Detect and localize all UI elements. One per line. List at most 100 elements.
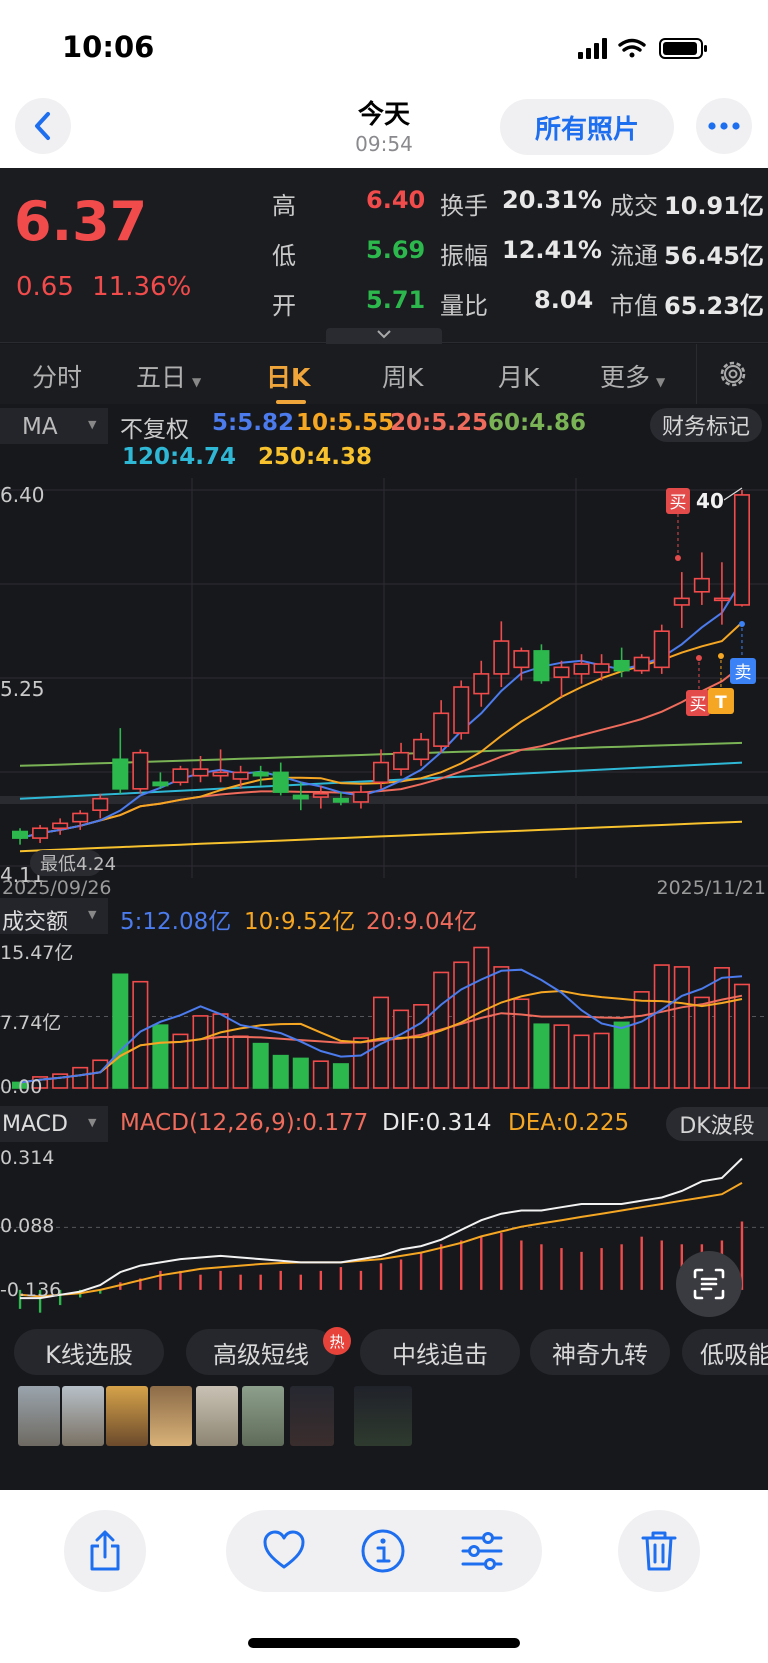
- candle: [453, 680, 470, 740]
- kline-chart: 买 40卖买 T 6.40 5.25 4.11 2025/09/26 2025/11…: [0, 478, 768, 898]
- candle: [132, 749, 149, 794]
- volume-bar: [212, 1013, 229, 1089]
- macd-dea: DEA:0.225: [508, 1110, 630, 1136]
- chip-mid-chase[interactable]: 中线追击: [360, 1329, 520, 1375]
- dk-wave-button[interactable]: DK波段: [666, 1107, 768, 1141]
- all-photos-button[interactable]: 所有照片: [500, 99, 674, 155]
- filmstrip-thumbnail[interactable]: [196, 1386, 238, 1446]
- high-label: 高: [272, 192, 296, 220]
- x-end-date: 2025/11/21: [656, 877, 766, 898]
- filmstrip-thumbnail[interactable]: [150, 1386, 192, 1446]
- filmstrip-thumbnail[interactable]: [242, 1386, 284, 1446]
- volume-ratio-label: 量比: [440, 292, 488, 320]
- tab-monthly-k[interactable]: 月K: [498, 358, 539, 394]
- change-amount: 0.65: [16, 272, 74, 302]
- candle: [393, 742, 410, 776]
- tab-five-day[interactable]: 五日 ▼: [136, 358, 201, 394]
- ma250-line: [19, 820, 743, 853]
- indicator-selector[interactable]: MA ▼: [0, 408, 108, 444]
- volume-bar: [232, 1035, 249, 1089]
- volume-bar: [332, 1063, 349, 1089]
- chip-low-buy[interactable]: 低吸能: [682, 1329, 768, 1375]
- filmstrip-thumbnail[interactable]: [18, 1386, 60, 1446]
- chip-kline-select[interactable]: K线选股: [14, 1329, 164, 1375]
- candle-body: [713, 597, 730, 602]
- volume-bar: [272, 1054, 289, 1089]
- candle-body: [72, 812, 89, 823]
- ellipsis-icon: [708, 122, 740, 130]
- candle-body: [92, 797, 109, 811]
- buy-marker-dot: [695, 655, 702, 661]
- status-icons: [572, 36, 732, 60]
- turnover-value: 20.31%: [502, 186, 602, 214]
- favorite-button[interactable]: [262, 1530, 306, 1574]
- ma-legend-row: MA ▼ 不复权 5:5.82 10:5.55 20:5.25 60:4.86 …: [0, 404, 768, 480]
- volume-bar: [493, 966, 510, 1089]
- volume-bar: [252, 1042, 269, 1089]
- candle-body: [513, 650, 530, 669]
- scan-text-button[interactable]: [676, 1251, 742, 1317]
- info-icon: [361, 1529, 405, 1573]
- trash-icon: [641, 1531, 677, 1571]
- more-options-button[interactable]: [696, 98, 752, 154]
- filmstrip-thumbnail-current[interactable]: [354, 1386, 412, 1446]
- candle-body: [733, 494, 750, 606]
- candle-body: [393, 751, 410, 770]
- adjust-mode[interactable]: 不复权: [120, 410, 189, 444]
- vol-ma10-legend: 10:9.52亿: [244, 909, 356, 935]
- cellular-signal-icon: [578, 38, 607, 59]
- filmstrip-thumbnail[interactable]: [62, 1386, 104, 1446]
- volume-bar: [553, 1024, 570, 1089]
- candle-body: [653, 630, 670, 669]
- divider: [696, 344, 697, 404]
- candle-body: [232, 771, 249, 780]
- filmstrip-thumbnail[interactable]: [106, 1386, 148, 1446]
- dropdown-caret-icon: ▼: [88, 418, 97, 431]
- candle: [172, 765, 189, 786]
- vol-y-tick-high: 15.47亿: [0, 942, 73, 964]
- tab-more[interactable]: 更多 ▼: [600, 358, 665, 394]
- expand-quote-tab[interactable]: [326, 328, 442, 344]
- candle: [513, 647, 530, 681]
- tab-intraday[interactable]: 分时: [32, 358, 82, 394]
- vol-y-tick-low: 0.00: [0, 1076, 42, 1098]
- low-value: 5.69: [366, 236, 426, 264]
- chip-advanced-short[interactable]: 高级短线: [186, 1329, 336, 1375]
- ma60-legend: 60:4.86: [488, 410, 586, 436]
- buy-marker-dot: [674, 555, 681, 561]
- finance-marks-button[interactable]: 财务标记: [650, 408, 762, 442]
- settings-button[interactable]: [716, 357, 750, 395]
- candle: [653, 624, 670, 674]
- chip-magic-nine[interactable]: 神奇九转: [530, 1329, 670, 1375]
- share-button[interactable]: [64, 1510, 146, 1592]
- candle-body: [192, 768, 209, 777]
- candle: [252, 765, 269, 786]
- tab-daily-k[interactable]: 日K: [266, 358, 310, 394]
- candle-body: [493, 640, 510, 675]
- volume-bar: [673, 966, 690, 1089]
- filmstrip-thumbnail[interactable]: [290, 1386, 334, 1446]
- volume-selector[interactable]: 成交额 ▼: [0, 898, 108, 935]
- high-value: 6.40: [366, 186, 426, 214]
- candle-body: [292, 794, 309, 800]
- macd-y-tick-mid: 0.088: [0, 1215, 54, 1237]
- candle: [433, 700, 450, 753]
- candle-body: [533, 650, 550, 682]
- candle-body: [553, 666, 570, 678]
- info-button[interactable]: [360, 1528, 406, 1578]
- candle-body: [433, 712, 450, 747]
- photos-nav-bar: 今天 09:54 所有照片: [0, 90, 768, 168]
- candle-body: [32, 827, 49, 839]
- adjust-button[interactable]: [460, 1530, 504, 1576]
- volume-bar: [152, 1024, 169, 1089]
- home-indicator: [248, 1638, 520, 1648]
- volume-ratio-value: 8.04: [534, 286, 594, 314]
- amplitude-label: 振幅: [440, 242, 488, 270]
- tab-weekly-k[interactable]: 周K: [382, 358, 423, 394]
- current-price-band: [0, 796, 768, 804]
- candle: [413, 733, 430, 766]
- ma120-legend: 120:4.74: [122, 444, 236, 470]
- delete-button[interactable]: [618, 1510, 700, 1592]
- macd-selector[interactable]: MACD ▼: [0, 1106, 108, 1142]
- candle-body: [112, 758, 129, 790]
